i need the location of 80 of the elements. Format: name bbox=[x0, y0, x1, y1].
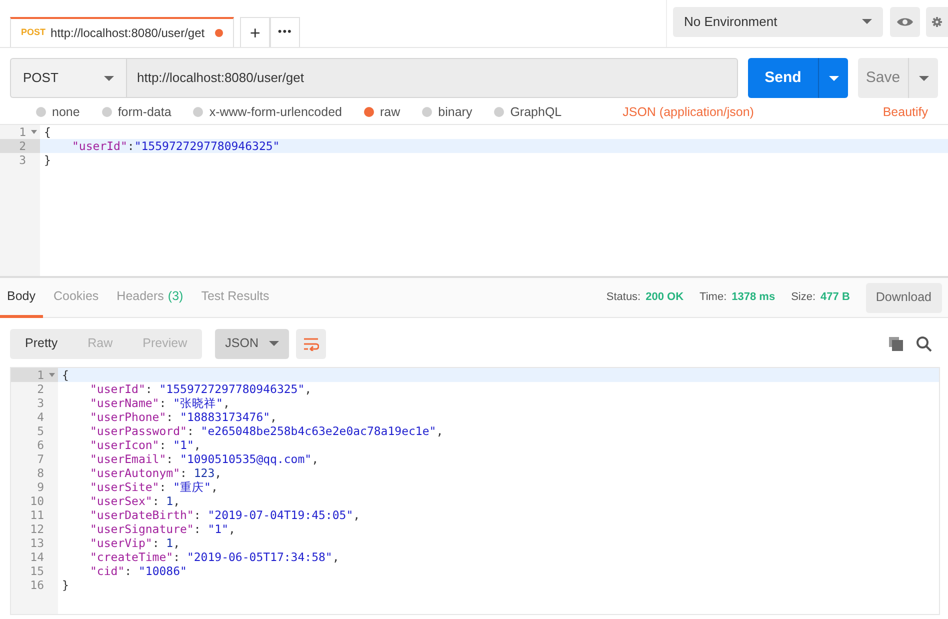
line-number: 10 bbox=[30, 494, 44, 508]
tab-url: http://localhost:8080/user/get bbox=[50, 25, 205, 42]
caret-icon bbox=[104, 76, 114, 80]
eye-icon[interactable] bbox=[890, 6, 920, 36]
meta-label: Time: bbox=[700, 290, 727, 306]
line-number: 13 bbox=[30, 536, 44, 550]
meta-value: 1378 ms bbox=[732, 290, 776, 306]
code-editor[interactable] bbox=[10, 367, 940, 615]
code-line: "userId":"1559727297780946325" bbox=[71, 139, 280, 153]
wrap-lines-icon[interactable] bbox=[296, 328, 326, 358]
line-number: 11 bbox=[30, 508, 44, 522]
caret-icon bbox=[269, 341, 280, 346]
method-label: POST bbox=[23, 69, 58, 88]
code-line: { bbox=[44, 125, 51, 139]
code-line: "userPassword": "e265048be258b4c63e2e0ac78a19ec1e", bbox=[89, 424, 444, 438]
line-number: 14 bbox=[30, 550, 44, 564]
code-line: "cid": "10086" bbox=[89, 564, 187, 578]
line-number: 5 bbox=[37, 424, 44, 438]
line-number: 16 bbox=[30, 578, 44, 592]
line-number: 1 bbox=[37, 368, 44, 382]
caret-icon bbox=[918, 76, 928, 80]
code-line: "userSex": 1, bbox=[89, 494, 180, 508]
unsaved-dot bbox=[214, 29, 223, 37]
code-line: "userAutonym": 123, bbox=[89, 466, 222, 480]
line-number: 12 bbox=[30, 522, 44, 536]
body-type-radio[interactable]: binary bbox=[422, 102, 472, 122]
download-button[interactable]: Download bbox=[866, 282, 942, 312]
line-number: 4 bbox=[37, 410, 44, 424]
code-line: "userEmail": "1090510535@qq.com", bbox=[89, 452, 319, 466]
view-mode-tab[interactable]: Pretty bbox=[10, 328, 73, 358]
body-type-radio[interactable]: raw bbox=[364, 102, 400, 122]
code-line: "userDateBirth": "2019-07-04T19:45:05", bbox=[89, 508, 360, 522]
body-type-radio[interactable]: GraphQL bbox=[494, 102, 562, 122]
code-line: "userPhone": "18883173476", bbox=[89, 410, 277, 424]
line-number: 7 bbox=[37, 452, 44, 466]
code-line: { bbox=[62, 368, 69, 382]
code-line: } bbox=[62, 578, 69, 592]
code-editor[interactable]: 1 { 2 "userId":"1559727297780946325" 3 } bbox=[0, 124, 948, 276]
line-number: 2 bbox=[37, 382, 44, 396]
line-number: 2 bbox=[19, 139, 26, 153]
line-number: 1 bbox=[19, 125, 26, 139]
meta-label: Size: bbox=[791, 290, 816, 306]
code-line: "userSite": "重庆", bbox=[89, 480, 218, 494]
body-type-radio[interactable]: none bbox=[36, 102, 80, 122]
line-number: 6 bbox=[37, 438, 44, 452]
code-line: "userSignature": "1", bbox=[89, 522, 236, 536]
url-field[interactable]: http://localhost:8080/user/get bbox=[126, 58, 738, 98]
code-line: "userVip": 1, bbox=[89, 536, 180, 550]
line-number: 3 bbox=[19, 153, 26, 167]
meta-label: Status: bbox=[606, 290, 641, 306]
line-number: 9 bbox=[37, 480, 44, 494]
code-line: "createTime": "2019-06-05T17:34:58", bbox=[89, 550, 340, 564]
code-line: "userIcon": "1", bbox=[89, 438, 201, 452]
code-line: } bbox=[44, 153, 51, 167]
line-number: 8 bbox=[37, 466, 44, 480]
more-button[interactable]: ••• bbox=[270, 17, 300, 47]
line-number: 3 bbox=[37, 396, 44, 410]
settings-icon[interactable] bbox=[926, 6, 948, 36]
format-label: JSON bbox=[225, 335, 258, 352]
request-tab[interactable]: POST http://localhost:8080/user/get bbox=[10, 17, 234, 47]
format-dropdown[interactable]: JSON bbox=[215, 328, 290, 358]
method-dropdown[interactable]: POST bbox=[10, 58, 126, 98]
caret-icon bbox=[862, 19, 872, 24]
search-icon[interactable] bbox=[916, 334, 932, 354]
new-tab-button[interactable]: + bbox=[240, 17, 270, 47]
meta-value: 477 B bbox=[820, 290, 850, 306]
caret-icon bbox=[828, 76, 838, 80]
line-number-gutter bbox=[11, 592, 58, 614]
code-line: "userName": "张晓祥", bbox=[89, 396, 230, 410]
line-number: 15 bbox=[30, 564, 44, 578]
code-line: "userId": "1559727297780946325", bbox=[89, 382, 312, 396]
body-type-radio[interactable]: x-www-form-urlencoded bbox=[193, 102, 342, 122]
body-type-radio[interactable]: form-data bbox=[102, 102, 172, 122]
environment-label: No Environment bbox=[684, 12, 778, 31]
environment-dropdown[interactable]: No Environment bbox=[673, 6, 883, 36]
response-tab[interactable]: Body bbox=[0, 278, 42, 318]
fold-caret-icon[interactable] bbox=[31, 130, 37, 134]
meta-value: 200 OK bbox=[646, 290, 684, 306]
send-button[interactable]: Send bbox=[748, 58, 848, 98]
method-label: POST bbox=[21, 26, 46, 40]
